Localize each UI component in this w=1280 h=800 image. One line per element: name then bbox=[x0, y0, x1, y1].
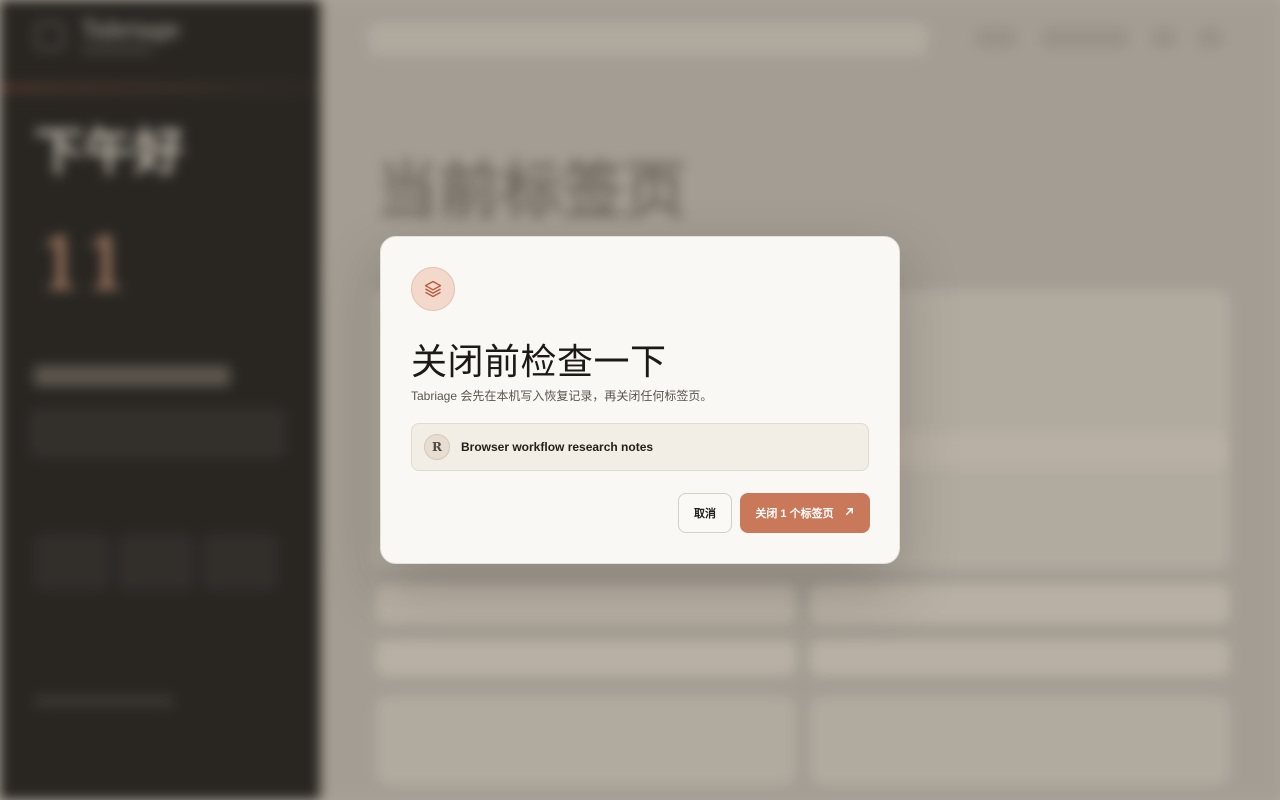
close-confirm-dialog: 关闭前检查一下 Tabriage 会先在本机写入恢复记录，再关闭任何标签页。 R… bbox=[380, 236, 900, 564]
close-tabs-label: 关闭 1 个标签页 bbox=[755, 508, 834, 520]
dialog-description: Tabriage 会先在本机写入恢复记录，再关闭任何标签页。 bbox=[411, 389, 713, 403]
tab-list-item: R Browser workflow research notes bbox=[411, 423, 869, 471]
tab-title: Browser workflow research notes bbox=[461, 440, 654, 454]
cancel-button[interactable]: 取消 bbox=[678, 493, 732, 533]
close-tabs-button[interactable]: 关闭 1 个标签页 bbox=[740, 493, 870, 533]
dialog-title: 关闭前检查一下 bbox=[411, 342, 667, 383]
arrow-up-right-icon bbox=[844, 506, 855, 520]
tab-avatar: R bbox=[424, 434, 450, 460]
layers-icon bbox=[411, 267, 455, 311]
